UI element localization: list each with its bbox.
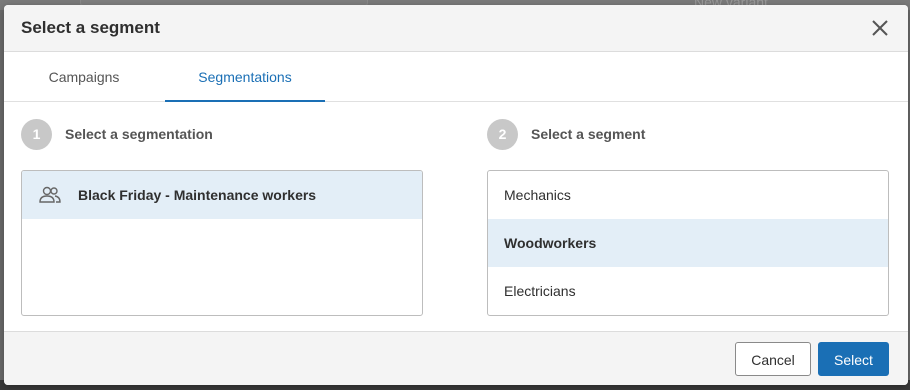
step-2-badge: 2 [487,119,518,150]
tab-bar: Campaigns Segmentations [4,52,908,102]
active-tab-indicator [165,100,325,102]
segment-label: Electricians [504,283,576,299]
segment-item-mechanics[interactable]: Mechanics [488,171,888,219]
segment-list: Mechanics Woodworkers Electricians [487,170,889,316]
segmentation-list: Black Friday - Maintenance workers [21,170,423,316]
step-1-label: Select a segmentation [65,126,213,142]
segment-item-woodworkers[interactable]: Woodworkers [488,219,888,267]
tab-label: Campaigns [48,69,120,85]
group-icon [39,186,61,203]
dialog-title: Select a segment [21,18,160,37]
segment-label: Mechanics [504,187,571,203]
segment-item-electricians[interactable]: Electricians [488,267,888,315]
dialog-footer: Cancel Select [4,331,908,385]
tab-segmentations[interactable]: Segmentations [165,52,325,102]
close-button[interactable] [870,18,890,38]
close-icon [872,20,888,36]
tab-label: Segmentations [198,69,292,85]
dialog-header: Select a segment [4,5,908,52]
segmentation-item[interactable]: Black Friday - Maintenance workers [22,171,422,219]
select-button[interactable]: Select [818,342,889,376]
step-2-label: Select a segment [531,126,646,142]
step-1-badge: 1 [21,119,52,150]
segmentation-label: Black Friday - Maintenance workers [78,187,317,203]
segment-label: Woodworkers [504,235,597,251]
tab-campaigns[interactable]: Campaigns [16,52,152,101]
select-segment-dialog: Select a segment Campaigns Segmentations… [4,5,908,385]
cancel-button[interactable]: Cancel [735,342,811,376]
